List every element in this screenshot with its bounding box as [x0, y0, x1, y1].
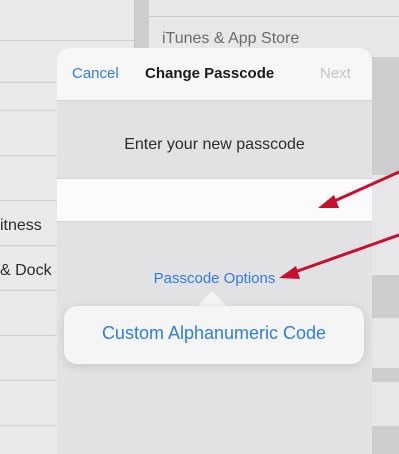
annotation-arrows — [279, 170, 399, 279]
arrow-to-passcode-field-icon — [318, 170, 399, 208]
arrow-to-passcode-options-icon — [279, 233, 399, 279]
